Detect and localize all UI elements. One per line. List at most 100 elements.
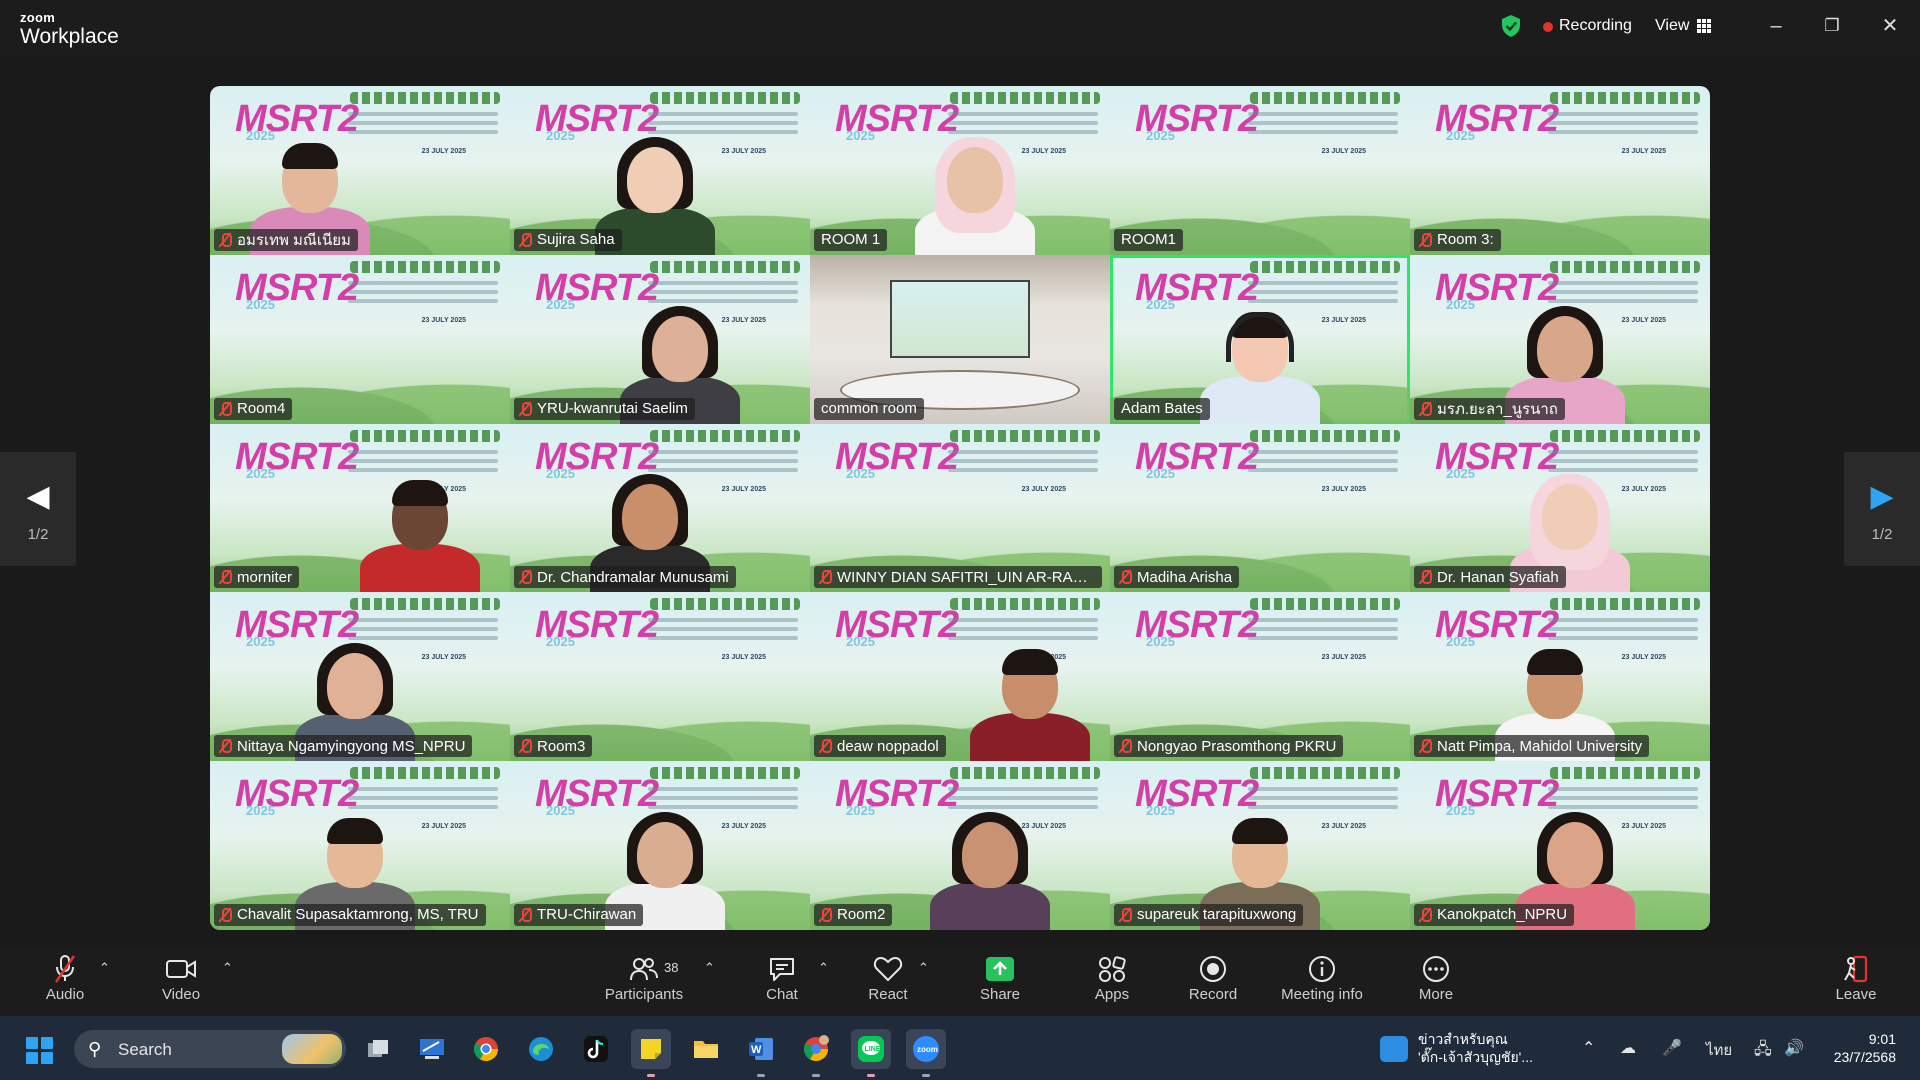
microphone-muted-icon bbox=[218, 401, 232, 417]
participant-tile[interactable]: MSRT2 2025 23 JULY 2025 Room 3: bbox=[1410, 86, 1710, 255]
file-explorer-icon[interactable] bbox=[686, 1029, 726, 1069]
meeting-info-button[interactable]: Meeting info bbox=[1274, 952, 1370, 1012]
banner-date: 23 JULY 2025 bbox=[421, 316, 466, 324]
cloud-sync-icon[interactable]: ☁ bbox=[1620, 1038, 1636, 1058]
close-button[interactable]: ✕ bbox=[1870, 10, 1910, 42]
participant-tile[interactable]: MSRT2 2025 23 JULY 2025 Sujira Saha bbox=[510, 86, 810, 255]
task-view-icon[interactable] bbox=[358, 1029, 398, 1069]
sponsor-logos bbox=[950, 429, 1100, 442]
participant-tile[interactable]: MSRT2 2025 23 JULY 2025 Natt Pimpa, Mahidol… bbox=[1410, 592, 1710, 762]
apps-button[interactable]: Apps bbox=[1082, 952, 1142, 1012]
tiktok-icon[interactable] bbox=[576, 1029, 616, 1069]
news-headline: 'ตั๊ก-เจ้าสัวบุญชัย'... bbox=[1418, 1049, 1534, 1065]
share-button[interactable]: Share bbox=[970, 952, 1030, 1012]
participant-tile[interactable]: MSRT2202523 JULY 2025morniter bbox=[210, 423, 510, 593]
sticky-notes-icon[interactable] bbox=[631, 1029, 671, 1069]
participant-tile[interactable]: MSRT2 2025 23 JULY 2025 Madiha Arisha bbox=[1110, 423, 1410, 593]
restore-button[interactable]: ❐ bbox=[1812, 10, 1852, 42]
sponsor-logos bbox=[1250, 767, 1400, 780]
more-label: More bbox=[1418, 986, 1454, 1003]
participant-tile[interactable]: MSRT2 2025 23 JULY 2025 ROOM1 bbox=[1110, 86, 1410, 255]
windows-start-icon[interactable] bbox=[26, 1037, 53, 1064]
previous-page-button[interactable]: ◀ 1/2 bbox=[0, 452, 76, 566]
input-language[interactable]: ไทย bbox=[1706, 1038, 1732, 1062]
react-options-caret-icon[interactable]: ⌃ bbox=[918, 960, 929, 976]
volume-icon[interactable]: 🔊 bbox=[1784, 1038, 1804, 1058]
participant-tile[interactable]: MSRT2 2025 23 JULY 2025 Nittaya Ngamyingyon… bbox=[210, 592, 510, 762]
participant-tile[interactable]: MSRT2 2025 23 JULY 2025 Chavalit Supasaktam… bbox=[210, 761, 510, 930]
participant-tile[interactable]: MSRT2 2025 23 JULY 2025 YRU-kwanrutai Saeli… bbox=[510, 254, 810, 424]
video-gallery: MSRT2 2025 23 JULY 2025 อมรเทพ มณีเนียม MSRT… bbox=[210, 86, 1710, 930]
share-screen-icon bbox=[970, 952, 1030, 986]
banner-year: 2025 bbox=[1446, 296, 1475, 312]
microphone-muted-icon bbox=[218, 569, 232, 585]
recording-label[interactable]: Recording bbox=[1559, 17, 1632, 35]
more-button[interactable]: More bbox=[1406, 952, 1466, 1012]
taskbar-search[interactable]: ⚲ Search bbox=[74, 1030, 346, 1068]
participant-video-person bbox=[915, 115, 1035, 255]
participant-tile[interactable]: MSRT2 2025 23 JULY 2025 Dr. Hanan Syafiah bbox=[1410, 423, 1710, 593]
line-icon[interactable]: LINE bbox=[851, 1029, 891, 1069]
search-highlight-image bbox=[282, 1034, 342, 1064]
video-button[interactable]: Video bbox=[152, 952, 210, 1012]
participant-name-tag: Room 3: bbox=[1414, 228, 1501, 251]
network-icon[interactable]: 🖧 bbox=[1754, 1038, 1772, 1065]
participant-name: Dr. Chandramalar Munusami bbox=[537, 568, 729, 586]
meeting-stage: ◀ 1/2 ▶ 1/2 MSRT2 2025 23 JULY 2025 อมรเทพ … bbox=[0, 56, 1920, 946]
participant-tile[interactable]: MSRT2 2025 23 JULY 2025 มรภ.ยะลา_นูรนาถ bbox=[1410, 254, 1710, 424]
video-options-caret-icon[interactable]: ⌃ bbox=[222, 960, 233, 976]
minimize-button[interactable]: – bbox=[1756, 10, 1796, 42]
participant-tile[interactable]: MSRT2 2025 23 JULY 2025 ROOM 1 bbox=[810, 86, 1110, 255]
chrome-icon[interactable] bbox=[466, 1029, 506, 1069]
react-button[interactable]: React bbox=[858, 952, 918, 1012]
banner-date: 23 JULY 2025 bbox=[1321, 148, 1366, 155]
next-page-button[interactable]: ▶ 1/2 bbox=[1844, 452, 1920, 566]
microphone-tray-icon[interactable]: 🎤 bbox=[1662, 1038, 1682, 1058]
banner-year: 2025 bbox=[1446, 128, 1475, 143]
participants-options-caret-icon[interactable]: ⌃ bbox=[704, 960, 715, 976]
word-icon[interactable]: W bbox=[741, 1029, 781, 1069]
participant-name-tag: YRU-kwanrutai Saelim bbox=[514, 397, 695, 420]
participant-tile[interactable]: MSRT2202523 JULY 2025deaw noppadol bbox=[810, 592, 1110, 762]
chevron-left-icon: ◀ bbox=[26, 480, 50, 513]
news-widget[interactable]: ข่าวสำหรับคุณ 'ตั๊ก-เจ้าสัวบุญชัย'... bbox=[1418, 1030, 1533, 1066]
audio-button[interactable]: Audio bbox=[36, 952, 94, 1012]
participant-name: Nongyao Prasomthong PKRU bbox=[1137, 737, 1337, 755]
participant-tile[interactable]: MSRT2 2025 23 JULY 2025 Room2 bbox=[810, 761, 1110, 930]
chat-options-caret-icon[interactable]: ⌃ bbox=[818, 960, 829, 976]
sponsor-logos bbox=[1250, 92, 1400, 104]
microphone-muted-icon bbox=[518, 569, 532, 585]
chat-button[interactable]: Chat bbox=[752, 952, 812, 1012]
participant-name-tag: Nittaya Ngamyingyong MS_NPRU bbox=[214, 735, 473, 758]
participant-tile[interactable]: common room bbox=[810, 254, 1110, 424]
participant-tile[interactable]: MSRT2 2025 23 JULY 2025 supareuk tarapituxw… bbox=[1110, 761, 1410, 930]
microphone-muted-icon bbox=[518, 738, 532, 754]
grid-view-icon[interactable] bbox=[1697, 19, 1711, 33]
leave-button[interactable]: Leave bbox=[1826, 952, 1886, 1012]
show-hidden-icons-caret-icon[interactable]: ⌃ bbox=[1582, 1038, 1595, 1058]
participant-tile[interactable]: MSRT2 2025 23 JULY 2025 TRU-Chirawan bbox=[510, 761, 810, 930]
participant-tile[interactable]: MSRT2 2025 23 JULY 2025 WINNY DIAN SAFITRI_… bbox=[810, 423, 1110, 593]
microphone-muted-icon bbox=[518, 401, 532, 417]
participant-tile[interactable]: MSRT2 2025 23 JULY 2025 Dr. Chandramalar Mu… bbox=[510, 423, 810, 593]
shield-check-icon[interactable] bbox=[1500, 14, 1522, 38]
participant-tile[interactable]: MSRT2 2025 23 JULY 2025 Nongyao Prasomthong… bbox=[1110, 592, 1410, 762]
svg-text:W: W bbox=[751, 1044, 762, 1056]
participant-tile[interactable]: MSRT2 2025 23 JULY 2025 อมรเทพ มณีเนียม bbox=[210, 86, 510, 255]
participant-tile[interactable]: MSRT2 2025 23 JULY 2025 Room4 bbox=[210, 254, 510, 424]
system-clock[interactable]: 9:01 23/7/2568 bbox=[1826, 1030, 1896, 1066]
record-button[interactable]: Record bbox=[1182, 952, 1244, 1012]
zoom-taskbar-icon[interactable]: zoom bbox=[906, 1029, 946, 1069]
record-icon bbox=[1182, 952, 1244, 986]
remote-desktop-app-icon[interactable] bbox=[412, 1029, 452, 1069]
chrome-profile-icon[interactable] bbox=[796, 1029, 836, 1069]
audio-options-caret-icon[interactable]: ⌃ bbox=[99, 960, 110, 976]
microphone-muted-icon bbox=[818, 907, 832, 923]
view-button[interactable]: View bbox=[1655, 17, 1689, 35]
news-widget-icon[interactable] bbox=[1380, 1036, 1408, 1062]
participant-tile[interactable]: MSRT2 2025 23 JULY 2025 Kanokpatch_NPRU bbox=[1410, 761, 1710, 930]
banner-text-block bbox=[1248, 449, 1398, 480]
edge-icon[interactable] bbox=[521, 1029, 561, 1069]
participant-tile[interactable]: MSRT2 2025 23 JULY 2025 Room3 bbox=[510, 592, 810, 762]
participant-tile[interactable]: MSRT2 2025 23 JULY 2025 Adam Bates bbox=[1110, 254, 1410, 424]
